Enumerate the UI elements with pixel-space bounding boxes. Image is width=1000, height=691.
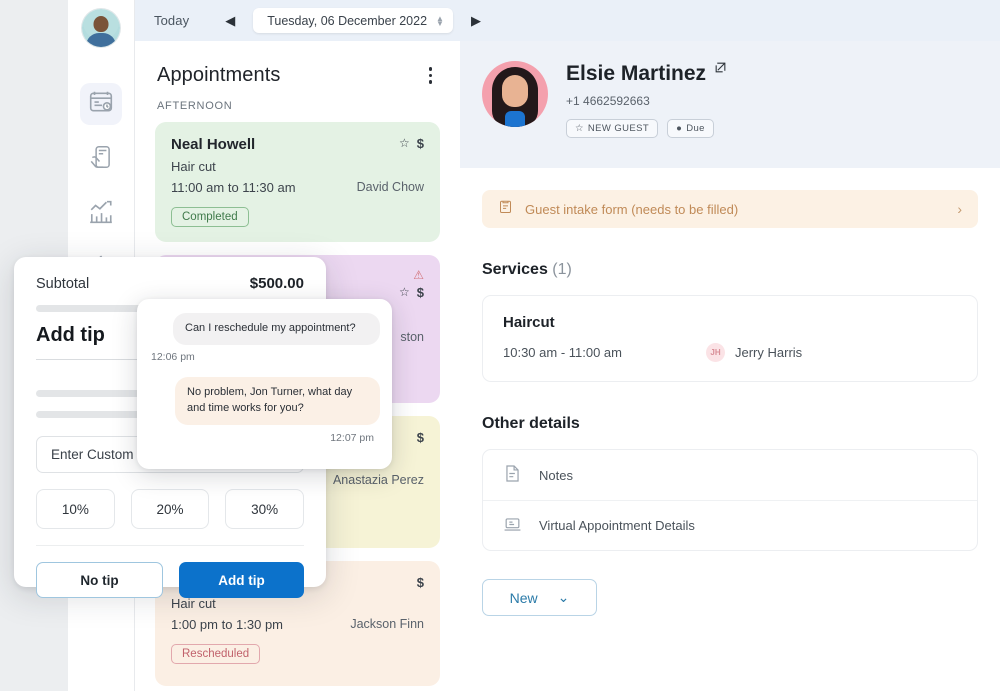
app-root: Today ◀ Tuesday, 06 December 2022 ▲ ▼ ▶ A… <box>0 0 1000 691</box>
analytics-bar-chart-icon <box>88 199 114 230</box>
service-staff-name: Jerry Harris <box>735 345 803 361</box>
status-badge-due: ● Due <box>667 119 714 139</box>
appointment-staff: ston <box>400 329 424 344</box>
guest-intake-form-banner[interactable]: Guest intake form (needs to be filled) › <box>482 190 978 229</box>
appointments-header: Appointments <box>135 41 460 88</box>
payment-status-icon[interactable]: $ <box>417 575 424 590</box>
services-title-text: Services <box>482 261 548 279</box>
tip-percent-options: 10% 20% 30% <box>36 489 305 529</box>
subtotal-label: Subtotal <box>36 276 90 292</box>
detail-body: Guest intake form (needs to be filled) ›… <box>460 168 1000 617</box>
appointment-time: 1:00 pm to 1:30 pm <box>171 616 284 632</box>
service-name: Haircut <box>503 314 555 332</box>
divider <box>36 545 304 546</box>
daypart-label: AFTERNOON <box>157 99 233 112</box>
other-details-title: Other details <box>482 415 580 433</box>
other-detail-row-notes[interactable]: Notes <box>483 450 977 500</box>
notes-document-icon <box>503 464 522 486</box>
date-picker[interactable]: Tuesday, 06 December 2022 ▲ ▼ <box>253 8 453 33</box>
appointments-calendar-icon <box>88 89 114 120</box>
add-tip-button[interactable]: Add tip <box>179 562 304 598</box>
payment-status-icon[interactable]: $ <box>417 430 424 445</box>
kebab-menu-icon[interactable] <box>423 63 439 88</box>
status-badge: Completed <box>171 206 249 227</box>
dollar-circle-icon: ● <box>676 123 683 135</box>
client-badges: ☆ NEW GUEST ● Due <box>566 119 727 139</box>
chat-message-outgoing: No problem, Jon Turner, what day and tim… <box>175 376 380 425</box>
custom-tip-placeholder: Enter Custom <box>51 447 134 462</box>
new-button[interactable]: New ⌄ <box>482 579 597 617</box>
star-icon[interactable]: ☆ <box>399 136 410 150</box>
payment-status-icon[interactable]: $ <box>417 136 424 151</box>
no-tip-button[interactable]: No tip <box>36 562 163 598</box>
client-hero: Elsie Martinez +1 4662592663 ☆ NEW GUEST… <box>460 41 1000 169</box>
page-title: Appointments <box>157 63 281 86</box>
services-count: (1) <box>552 261 572 279</box>
chevron-down-icon: ⌄ <box>557 589 570 606</box>
payment-card-hand-icon <box>88 144 114 175</box>
appointment-staff: Anastazia Perez <box>332 472 424 487</box>
payment-status-icon[interactable]: $ <box>417 285 424 300</box>
service-time: 10:30 am - 11:00 am <box>503 345 622 361</box>
guest-intake-form-label: Guest intake form (needs to be filled) <box>525 201 739 217</box>
triangle-right-icon[interactable]: ▶ <box>471 14 481 27</box>
subtotal-row: Subtotal $500.00 <box>36 275 304 292</box>
warning-triangle-icon: ⚠ <box>413 267 424 282</box>
appointment-staff: David Chow <box>356 179 424 194</box>
appointment-service: Hair cut <box>171 158 216 174</box>
appointment-staff: Jackson Finn <box>350 616 424 631</box>
tip-percent-20[interactable]: 20% <box>130 489 210 529</box>
tip-percent-30[interactable]: 30% <box>225 489 305 529</box>
chat-timestamp: 12:06 pm <box>151 350 195 363</box>
services-section-title: Services (1) <box>460 228 1000 279</box>
external-link-icon[interactable] <box>714 61 727 79</box>
avatar[interactable] <box>482 61 548 127</box>
other-detail-label: Notes <box>539 467 573 483</box>
avatar[interactable] <box>82 9 120 47</box>
chat-popover: Can I reschedule my appointment? 12:06 p… <box>137 299 392 469</box>
new-button-label: New <box>509 589 538 606</box>
status-badge: Rescheduled <box>171 643 261 664</box>
chevron-right-icon[interactable]: › <box>957 201 962 217</box>
virtual-laptop-icon <box>503 515 522 537</box>
other-detail-label: Virtual Appointment Details <box>539 518 695 534</box>
sidebar-item-payments[interactable] <box>80 138 122 180</box>
service-card[interactable]: Haircut 10:30 am - 11:00 am JH Jerry Har… <box>482 295 978 383</box>
client-name: Elsie Martinez <box>566 62 707 86</box>
star-icon[interactable]: ☆ <box>399 285 410 299</box>
chat-message-incoming: Can I reschedule my appointment? <box>173 313 380 345</box>
other-details-list: Notes Virtual Appointment Details <box>482 449 978 552</box>
avatar: JH <box>706 343 725 363</box>
other-detail-row-virtual[interactable]: Virtual Appointment Details <box>483 500 977 550</box>
today-button[interactable]: Today <box>154 13 189 28</box>
clipboard-form-icon <box>498 199 513 219</box>
badge-label: NEW GUEST <box>587 123 650 135</box>
tip-actions: No tip Add tip <box>36 562 304 598</box>
chat-timestamp: 12:07 pm <box>330 431 374 444</box>
tip-percent-10[interactable]: 10% <box>36 489 115 529</box>
star-icon: ☆ <box>575 123 584 135</box>
client-phone: +1 4662592663 <box>566 94 650 109</box>
appointment-card[interactable]: Neal Howell ☆ $ Hair cut 11:00 am to 11:… <box>155 121 440 242</box>
client-detail-panel: Elsie Martinez +1 4662592663 ☆ NEW GUEST… <box>460 41 1000 691</box>
subtotal-amount: $500.00 <box>249 275 304 292</box>
stepper-icon[interactable]: ▲ ▼ <box>436 14 444 27</box>
appointment-time: 11:00 am to 11:30 am <box>171 179 296 195</box>
status-badge-new-guest: ☆ NEW GUEST <box>566 119 659 139</box>
sidebar-item-analytics[interactable] <box>80 193 122 235</box>
date-picker-value: Tuesday, 06 December 2022 <box>267 13 428 28</box>
triangle-left-icon[interactable]: ◀ <box>225 14 235 27</box>
topbar: Today ◀ Tuesday, 06 December 2022 ▲ ▼ ▶ <box>135 0 1000 41</box>
sidebar-item-appointments[interactable] <box>80 83 122 125</box>
badge-label: Due <box>686 123 705 135</box>
appointment-client-name: Neal Howell <box>171 135 256 153</box>
